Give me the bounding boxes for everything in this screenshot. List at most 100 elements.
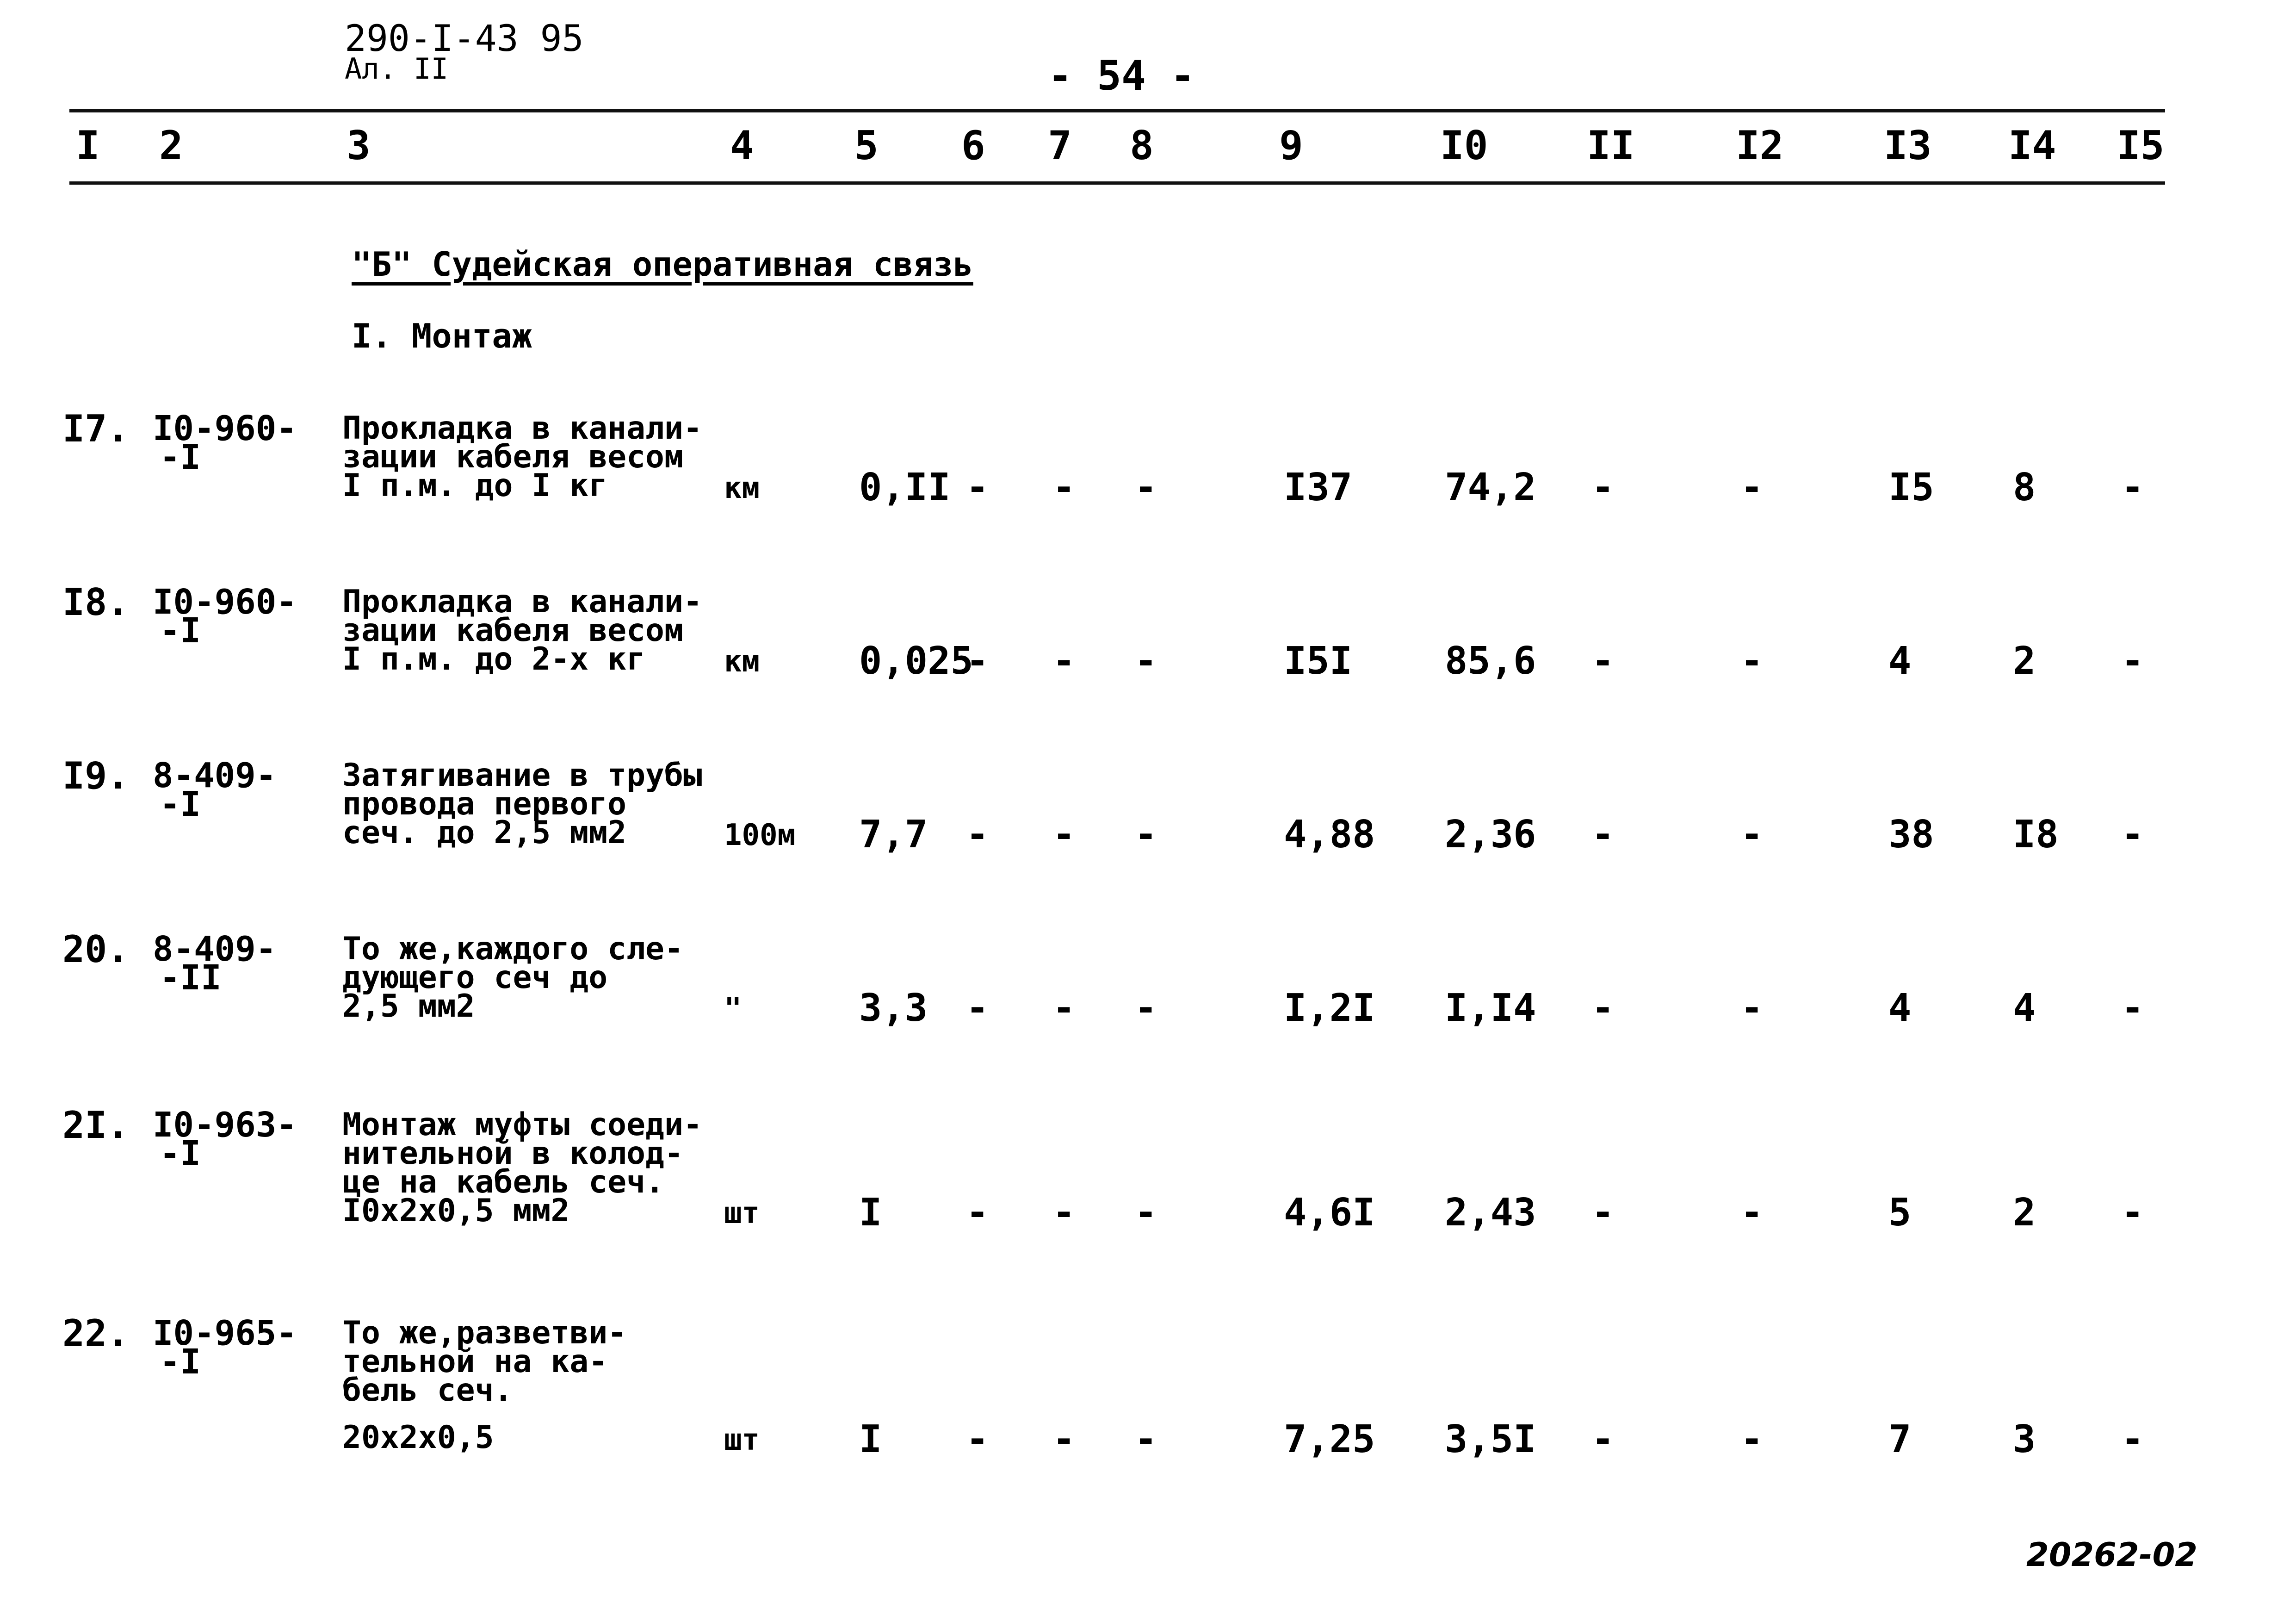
cell-col-15: - xyxy=(2121,986,2144,1030)
column-number: 7 xyxy=(1048,123,1072,169)
row-number: 22. xyxy=(62,1312,130,1355)
archive-stamp: 20262-02 xyxy=(2026,1536,2197,1574)
row-number: I7. xyxy=(62,407,130,450)
column-number: 5 xyxy=(854,123,879,169)
cell-col-14: 4 xyxy=(2013,986,2036,1030)
work-description: I п.м. до I кг xyxy=(342,467,608,504)
cell-col-9: 7,25 xyxy=(1284,1417,1375,1461)
cell-col-8: - xyxy=(1134,986,1157,1030)
unit-of-measure: км xyxy=(724,471,760,505)
column-number: 8 xyxy=(1130,123,1154,169)
unit-of-measure: км xyxy=(724,645,760,679)
norm-code: -I xyxy=(160,1342,201,1382)
cell-col-12: - xyxy=(1740,466,1764,509)
cell-col-6: - xyxy=(966,813,989,857)
norm-code: -I xyxy=(160,784,201,824)
cell-col-15: - xyxy=(2121,466,2144,509)
cell-col-7: - xyxy=(1052,986,1076,1030)
section-title: "Б" Судейская оперативная связь xyxy=(352,245,973,284)
cell-col-8: - xyxy=(1134,813,1157,857)
cell-col-7: - xyxy=(1052,1191,1076,1235)
cell-col-6: - xyxy=(966,1417,989,1461)
column-number: I5 xyxy=(2117,123,2165,169)
column-number: 9 xyxy=(1279,123,1303,169)
cell-col-5: I xyxy=(859,1191,882,1235)
cell-col-14: 8 xyxy=(2013,466,2036,509)
cell-col-14: 3 xyxy=(2013,1417,2036,1461)
cell-col-7: - xyxy=(1052,813,1076,857)
cell-col-11: - xyxy=(1591,466,1615,509)
cell-col-12: - xyxy=(1740,1417,1764,1461)
cell-col-9: I5I xyxy=(1284,639,1353,683)
cell-col-15: - xyxy=(2121,1191,2144,1235)
cell-col-6: - xyxy=(966,1191,989,1235)
cell-col-7: - xyxy=(1052,466,1076,509)
cell-col-14: 2 xyxy=(2013,639,2036,683)
cell-col-15: - xyxy=(2121,1417,2144,1461)
cell-col-9: I,2I xyxy=(1284,986,1375,1030)
cell-col-12: - xyxy=(1740,986,1764,1030)
column-number: I0 xyxy=(1440,123,1488,169)
cell-col-11: - xyxy=(1591,986,1615,1030)
column-number: I4 xyxy=(2008,123,2056,169)
cell-col-12: - xyxy=(1740,639,1764,683)
cell-col-8: - xyxy=(1134,639,1157,683)
work-description: бель сеч. xyxy=(342,1372,513,1409)
cell-col-11: - xyxy=(1591,1191,1615,1235)
column-number: 4 xyxy=(730,123,754,169)
cell-col-5: I xyxy=(859,1417,882,1461)
norm-code: -I xyxy=(160,1134,201,1174)
cell-col-6: - xyxy=(966,466,989,509)
row-number: I8. xyxy=(62,581,130,624)
cell-col-15: - xyxy=(2121,813,2144,857)
work-description: 2,5 мм2 xyxy=(342,988,475,1025)
cell-col-5: 0,II xyxy=(859,466,951,509)
page-number: - 54 - xyxy=(1048,52,1195,99)
cell-col-15: - xyxy=(2121,639,2144,683)
cell-col-10: 85,6 xyxy=(1445,639,1536,683)
row-number: 20. xyxy=(62,928,130,971)
cell-col-6: - xyxy=(966,639,989,683)
cell-col-11: - xyxy=(1591,813,1615,857)
cell-col-12: - xyxy=(1740,813,1764,857)
column-number: II xyxy=(1587,123,1635,169)
row-number: 2I. xyxy=(62,1104,130,1147)
cell-col-13: 5 xyxy=(1888,1191,1912,1235)
unit-of-measure: шт xyxy=(724,1423,760,1457)
row-number: I9. xyxy=(62,754,130,797)
cell-col-11: - xyxy=(1591,1417,1615,1461)
cell-col-14: I8 xyxy=(2013,813,2059,857)
cell-col-13: 38 xyxy=(1888,813,1934,857)
column-number: 6 xyxy=(961,123,985,169)
cell-col-9: I37 xyxy=(1284,466,1353,509)
unit-of-measure: " xyxy=(724,992,742,1026)
norm-code: -II xyxy=(160,958,222,998)
column-number: I3 xyxy=(1884,123,1932,169)
cell-col-5: 0,025 xyxy=(859,639,973,683)
cell-col-7: - xyxy=(1052,639,1076,683)
norm-code: -I xyxy=(160,437,201,477)
column-number: I xyxy=(76,123,100,169)
cell-col-10: 74,2 xyxy=(1445,466,1536,509)
norm-code: -I xyxy=(160,611,201,651)
work-description: I п.м. до 2-х кг xyxy=(342,641,646,677)
cell-col-8: - xyxy=(1134,1417,1157,1461)
column-number: 3 xyxy=(347,123,371,169)
cell-col-7: - xyxy=(1052,1417,1076,1461)
cell-col-10: 2,36 xyxy=(1445,813,1536,857)
work-description: I0х2х0,5 мм2 xyxy=(342,1193,570,1229)
unit-of-measure: 100м xyxy=(724,818,796,852)
cell-col-10: 3,5I xyxy=(1445,1417,1536,1461)
cell-col-9: 4,88 xyxy=(1284,813,1375,857)
sheet-label: Ал. II xyxy=(345,52,448,86)
column-number: 2 xyxy=(159,123,183,169)
cell-col-13: 7 xyxy=(1888,1417,1912,1461)
header-rule-bottom xyxy=(69,181,2165,185)
cell-col-12: - xyxy=(1740,1191,1764,1235)
cell-col-5: 7,7 xyxy=(859,813,928,857)
cell-col-14: 2 xyxy=(2013,1191,2036,1235)
cell-col-6: - xyxy=(966,986,989,1030)
unit-of-measure: шт xyxy=(724,1196,760,1230)
header-rule-top xyxy=(69,109,2165,112)
cell-col-13: 4 xyxy=(1888,986,1912,1030)
